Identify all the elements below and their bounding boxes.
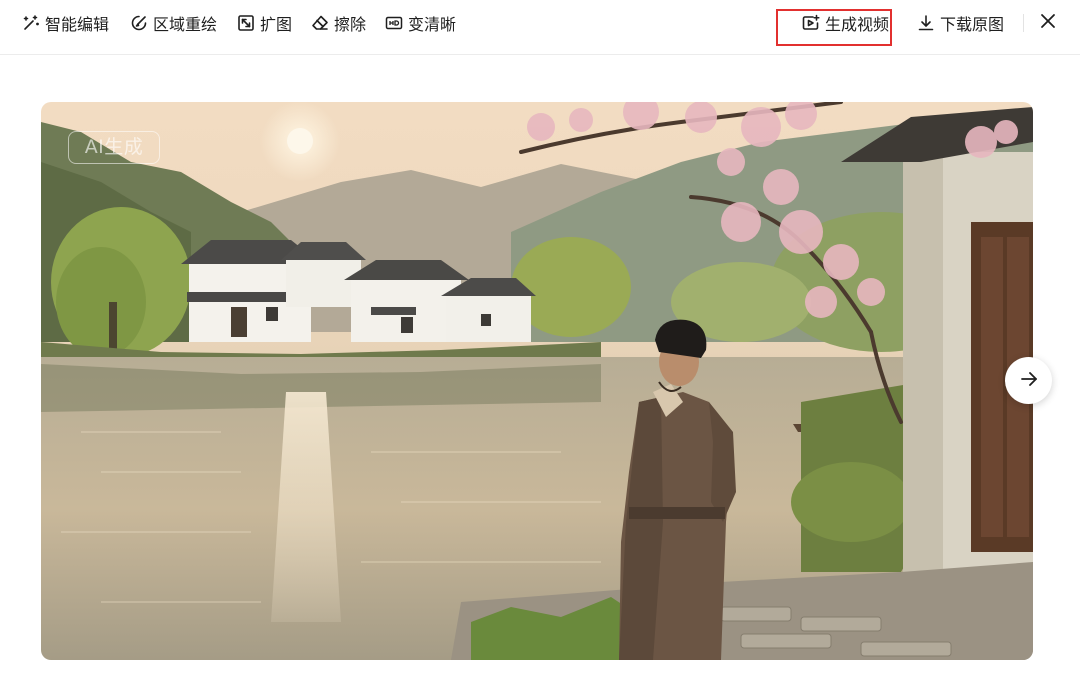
close-icon: [1039, 12, 1057, 34]
smart-edit-label: 智能编辑: [45, 15, 110, 34]
brush-icon: [130, 14, 148, 32]
download-icon: [917, 14, 935, 32]
video-add-icon: [802, 14, 820, 32]
region-redraw-button[interactable]: 区域重绘: [130, 11, 217, 35]
erase-label: 擦除: [334, 15, 367, 34]
erase-button[interactable]: 擦除: [311, 11, 366, 35]
toolbar-divider: [1023, 14, 1024, 32]
close-button[interactable]: [1036, 11, 1060, 35]
sharpen-label: 变清晰: [408, 15, 457, 34]
hd-icon: [385, 14, 403, 32]
expand-icon: [237, 14, 255, 32]
ai-generated-badge: AI生成: [68, 131, 160, 164]
next-image-button[interactable]: [1005, 357, 1052, 404]
expand-label: 扩图: [260, 15, 293, 34]
generate-video-button[interactable]: 生成视频: [802, 11, 889, 35]
magic-wand-icon: [22, 14, 40, 32]
sharpen-button[interactable]: 变清晰: [385, 11, 456, 35]
download-original-label: 下载原图: [940, 15, 1005, 34]
arrow-right-icon: [1019, 369, 1039, 393]
eraser-icon: [311, 14, 329, 32]
download-original-button[interactable]: 下载原图: [917, 11, 1004, 35]
region-redraw-label: 区域重绘: [153, 15, 218, 34]
smart-edit-button[interactable]: 智能编辑: [22, 11, 109, 35]
generate-video-label: 生成视频: [825, 15, 890, 34]
expand-button[interactable]: 扩图: [237, 11, 292, 35]
image-toolbar: 智能编辑 区域重绘 扩图 擦除 变清晰 生成视频 下载原图: [0, 0, 1080, 55]
generated-image: [41, 102, 1033, 660]
